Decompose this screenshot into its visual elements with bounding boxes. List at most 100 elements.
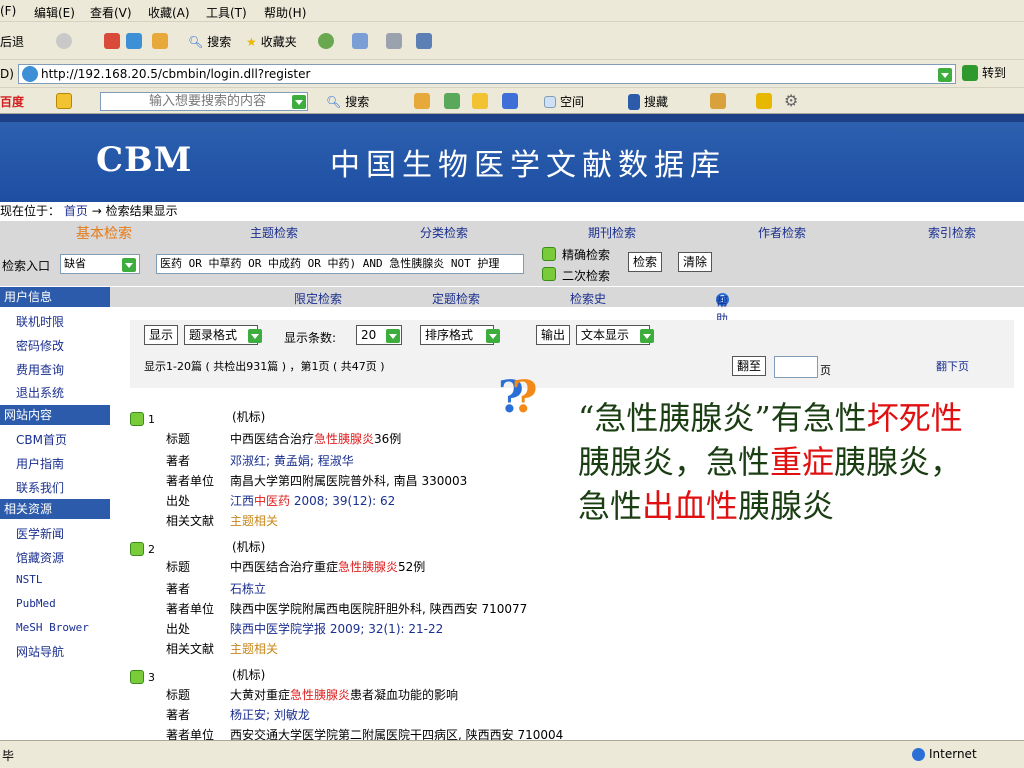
- format-select[interactable]: 题录格式: [184, 325, 259, 345]
- baidu-search-input[interactable]: 输入想要搜索的内容: [100, 92, 308, 111]
- display-button[interactable]: 显示: [144, 325, 179, 345]
- menu-favorites[interactable]: 收藏(A): [148, 4, 190, 21]
- record-title[interactable]: 中西医结合治疗急性胰腺炎36例: [230, 430, 401, 447]
- sidebar-item-billing[interactable]: 费用查询: [16, 361, 64, 378]
- count-select-arrow[interactable]: [386, 328, 400, 343]
- clear-button[interactable]: 清除: [678, 252, 713, 272]
- sidebar-item-holdings[interactable]: 馆藏资源: [16, 549, 64, 566]
- tab-subject-search[interactable]: 主题检索: [250, 224, 298, 241]
- space-button[interactable]: 空间: [544, 93, 584, 110]
- record-checkbox[interactable]: [130, 542, 144, 556]
- sidebar-item-nstl[interactable]: NSTL: [16, 573, 43, 586]
- record-authors[interactable]: 邓淑红; 黄孟娟; 程淑华: [230, 452, 354, 469]
- favorites-label: 收藏夹: [260, 35, 297, 49]
- search-dropdown[interactable]: [292, 94, 306, 109]
- back-button[interactable]: 后退: [0, 33, 24, 50]
- edit-button[interactable]: [416, 33, 432, 49]
- secondary-search-checkbox[interactable]: [542, 267, 556, 281]
- sidebar-item-change-password[interactable]: 密码修改: [16, 337, 64, 354]
- sort-select[interactable]: 排序格式: [420, 325, 495, 345]
- sidebar-item-user-guide[interactable]: 用户指南: [16, 455, 64, 472]
- print-button[interactable]: [386, 33, 402, 49]
- tab-author-search[interactable]: 作者检索: [758, 224, 806, 241]
- record-checkbox[interactable]: [130, 412, 144, 426]
- favorites-button[interactable]: ★ 收藏夹: [246, 33, 297, 50]
- image-icon[interactable]: [444, 93, 460, 109]
- sidebar-item-site-nav[interactable]: 网站导航: [16, 643, 64, 660]
- back-label: 后退: [0, 35, 25, 49]
- record-title[interactable]: 中西医结合治疗重症急性胰腺炎52例: [230, 558, 425, 575]
- topic-search-link[interactable]: 定题检索: [432, 290, 480, 307]
- news-icon[interactable]: [414, 93, 430, 109]
- record-authors[interactable]: 杨正安; 刘敏龙: [230, 706, 310, 723]
- next-page-link[interactable]: 翻下页: [936, 358, 969, 374]
- toolbar-badge-icon[interactable]: [56, 93, 72, 109]
- gear-icon[interactable]: ⚙: [784, 91, 798, 110]
- sidebar-item-medical-news[interactable]: 医学新闻: [16, 525, 64, 542]
- menu-tools[interactable]: 工具(T): [206, 4, 247, 21]
- record-title[interactable]: 大黄对重症急性胰腺炎患者凝血功能的影响: [230, 686, 458, 703]
- baidu-search-label: 搜索: [345, 95, 370, 109]
- record-select[interactable]: 3: [130, 670, 155, 684]
- collect-button[interactable]: 搜藏: [628, 93, 668, 110]
- output-button[interactable]: 输出: [536, 325, 571, 345]
- tab-category-search[interactable]: 分类检索: [420, 224, 468, 241]
- forward-button[interactable]: [56, 33, 72, 49]
- menu-view[interactable]: 查看(V): [90, 4, 132, 21]
- user-icon[interactable]: [710, 93, 726, 109]
- sort-select-arrow[interactable]: [486, 328, 500, 343]
- record-source[interactable]: 江西中医药 2008; 39(12): 62: [230, 492, 395, 509]
- search-history-link[interactable]: 检索史: [570, 290, 606, 307]
- home-button[interactable]: [152, 33, 168, 49]
- exact-search-checkbox[interactable]: [542, 247, 556, 261]
- record-source[interactable]: 陕西中医学院学报 2009; 32(1): 21-22: [230, 620, 443, 637]
- knowledge-icon[interactable]: [472, 93, 488, 109]
- chevron-down-icon: [386, 328, 400, 343]
- text-display-select[interactable]: 文本显示: [576, 325, 651, 345]
- pencil-icon[interactable]: [756, 93, 772, 109]
- sidebar-item-mesh[interactable]: MeSH Brower: [16, 621, 89, 634]
- go-button[interactable]: 转到: [962, 64, 1006, 81]
- cbm-logo[interactable]: CBM: [96, 140, 192, 180]
- menu-edit[interactable]: 编辑(E): [34, 4, 75, 21]
- entry-select-arrow[interactable]: [122, 257, 136, 272]
- menu-help[interactable]: 帮助(H): [264, 4, 306, 21]
- title-part: 患者凝血功能的影响: [350, 688, 459, 702]
- space-label: 空间: [560, 95, 585, 109]
- page-number-input[interactable]: [774, 356, 818, 378]
- record-authors[interactable]: 石栋立: [230, 580, 266, 597]
- record-select[interactable]: 2: [130, 542, 155, 556]
- search-button[interactable]: 检索: [628, 252, 663, 272]
- sidebar: 用户信息 联机时限 密码修改 费用查询 退出系统 网站内容 CBM首页 用户指南…: [0, 287, 110, 740]
- refresh-button[interactable]: [126, 33, 142, 49]
- related-link[interactable]: 主题相关: [230, 512, 278, 529]
- tab-index-search[interactable]: 索引检索: [928, 224, 976, 241]
- baidu-logo[interactable]: 百度: [0, 93, 24, 110]
- search-button[interactable]: 🔍︎ 搜索: [188, 33, 231, 50]
- text-display-arrow[interactable]: [640, 328, 654, 343]
- record-checkbox[interactable]: [130, 670, 144, 684]
- related-link[interactable]: 主题相关: [230, 640, 278, 657]
- sidebar-item-cbm-home[interactable]: CBM首页: [16, 431, 67, 448]
- limit-search-link[interactable]: 限定检索: [294, 290, 342, 307]
- url-dropdown-arrow[interactable]: [938, 67, 952, 82]
- format-select-arrow[interactable]: [248, 328, 262, 343]
- grid-icon[interactable]: [502, 93, 518, 109]
- title-part: 52例: [398, 560, 426, 574]
- history-button[interactable]: [352, 33, 368, 49]
- breadcrumb-home[interactable]: 首页: [64, 204, 88, 218]
- stop-button[interactable]: [104, 33, 120, 49]
- url-input[interactable]: http://192.168.20.5/cbmbin/login.dll?reg…: [18, 64, 956, 84]
- record-select[interactable]: 1: [130, 412, 155, 426]
- menu-file[interactable]: (F): [0, 4, 16, 18]
- sidebar-item-pubmed[interactable]: PubMed: [16, 597, 56, 610]
- tab-basic-search[interactable]: 基本检索: [76, 223, 132, 243]
- sidebar-item-logout[interactable]: 退出系统: [16, 384, 64, 401]
- sidebar-item-online-time[interactable]: 联机时限: [16, 313, 64, 330]
- query-input[interactable]: 医药 OR 中草药 OR 中成药 OR 中药) AND 急性胰腺炎 NOT 护理: [156, 254, 524, 274]
- tab-journal-search[interactable]: 期刊检索: [588, 224, 636, 241]
- media-button[interactable]: [318, 33, 334, 49]
- baidu-search-button[interactable]: 🔍︎ 搜索: [326, 93, 369, 110]
- sidebar-item-contact[interactable]: 联系我们: [16, 479, 64, 496]
- goto-page-button[interactable]: 翻至: [732, 356, 767, 376]
